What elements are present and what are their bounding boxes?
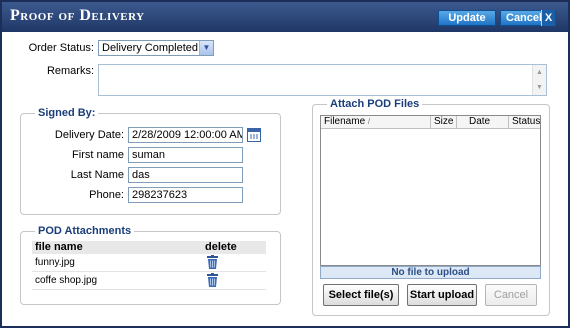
col-file-name: file name <box>35 241 83 253</box>
scroll-down-icon[interactable]: ▼ <box>533 80 546 95</box>
col-filename-label: Filename <box>324 116 366 127</box>
attachment-row: funny.jpg <box>32 254 266 272</box>
phone-input[interactable]: 298237623 <box>128 187 243 203</box>
signed-by-legend: Signed By: <box>38 107 96 119</box>
trash-icon[interactable] <box>207 273 218 287</box>
attachments-header: file name delete <box>32 241 266 254</box>
pod-dialog: Proof of Delivery Update Cancel X Order … <box>0 0 570 328</box>
select-files-button[interactable]: Select file(s) <box>323 284 399 306</box>
attachment-file-name: funny.jpg <box>35 257 75 268</box>
title-bar: Proof of Delivery Update Cancel X <box>2 2 568 32</box>
upload-list-header: Filename / Size Date Status <box>321 116 540 129</box>
order-status-select[interactable]: Delivery Completed ▼ <box>98 40 214 56</box>
calendar-icon[interactable] <box>247 128 261 142</box>
sort-icon: / <box>367 117 371 126</box>
close-icon[interactable]: X <box>541 10 555 26</box>
scroll-up-icon[interactable]: ▲ <box>533 65 546 80</box>
last-name-input[interactable]: das <box>128 167 243 183</box>
upload-file-list[interactable]: Filename / Size Date Status <box>320 115 541 266</box>
pod-attachments-legend: POD Attachments <box>38 225 132 237</box>
first-name-label: First name <box>72 149 124 161</box>
order-status-value: Delivery Completed <box>102 42 198 54</box>
attachment-row: coffe shop.jpg <box>32 272 266 290</box>
trash-icon[interactable] <box>207 255 218 269</box>
attachment-file-name: coffe shop.jpg <box>35 275 98 286</box>
cancel-button-label: Cancel <box>506 12 543 24</box>
dialog-title: Proof of Delivery <box>10 7 145 24</box>
delivery-date-input[interactable]: 2/28/2009 12:00:00 AM <box>128 127 243 143</box>
cancel-button[interactable]: Cancel X <box>500 10 556 26</box>
col-status[interactable]: Status <box>509 116 540 128</box>
remarks-scrollbar[interactable]: ▲ ▼ <box>532 65 546 95</box>
first-name-input[interactable]: suman <box>128 147 243 163</box>
remarks-label: Remarks: <box>46 65 94 77</box>
col-size[interactable]: Size <box>431 116 457 128</box>
start-upload-button[interactable]: Start upload <box>407 284 477 306</box>
chevron-down-icon[interactable]: ▼ <box>199 41 213 55</box>
upload-status: No file to upload <box>320 266 541 279</box>
col-filename[interactable]: Filename / <box>321 116 431 128</box>
col-date[interactable]: Date <box>457 116 509 128</box>
delivery-date-label: Delivery Date: <box>54 129 124 141</box>
cancel-upload-button[interactable]: Cancel <box>485 284 537 306</box>
order-status-label: Order Status: <box>28 42 94 54</box>
attach-pod-files-legend: Attach POD Files <box>330 98 420 110</box>
last-name-label: Last Name <box>70 169 124 181</box>
update-button[interactable]: Update <box>438 10 496 26</box>
phone-label: Phone: <box>89 189 124 201</box>
col-delete: delete <box>205 241 237 253</box>
remarks-textarea[interactable]: ▲ ▼ <box>98 64 547 96</box>
